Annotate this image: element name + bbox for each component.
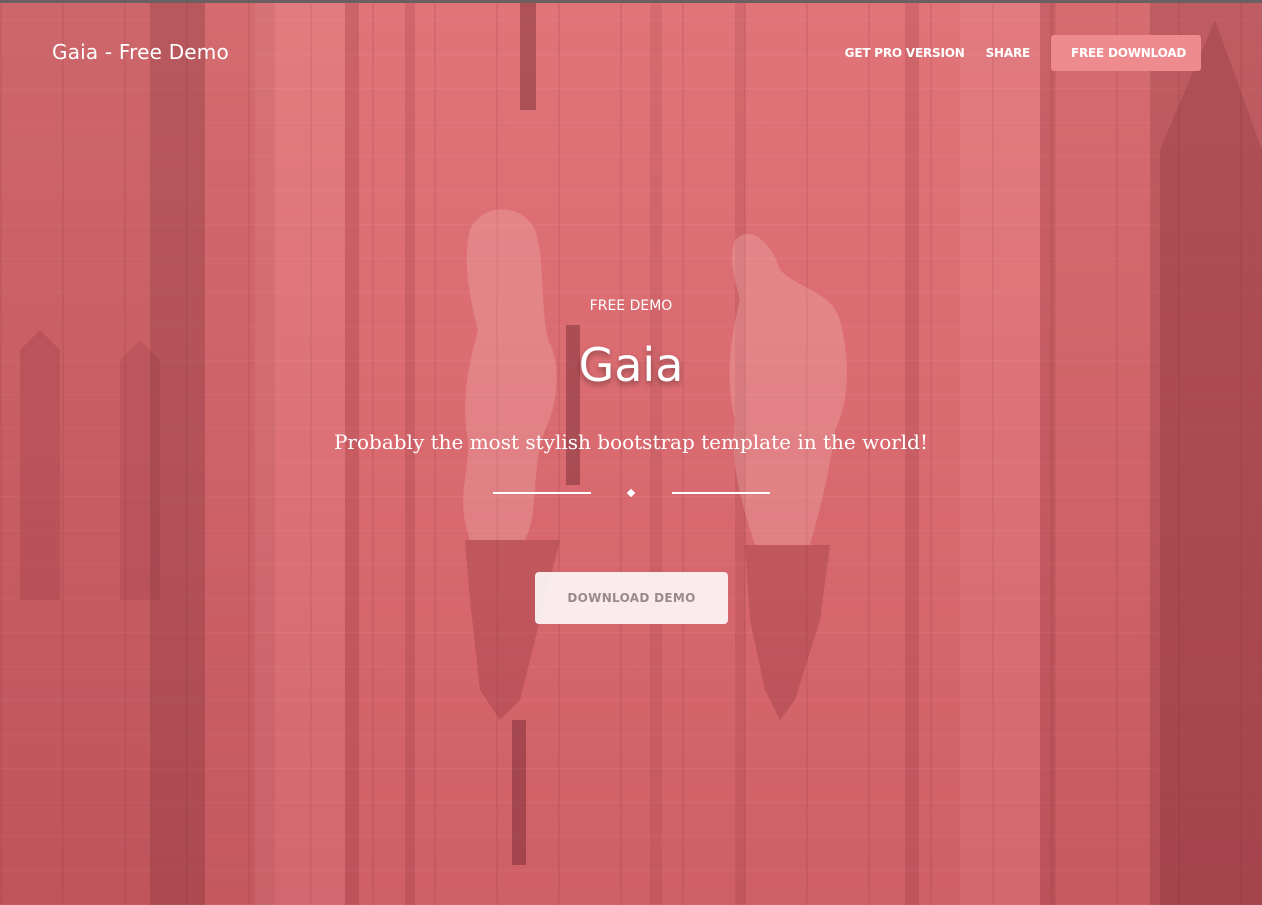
download-demo-button[interactable]: DOWNLOAD DEMO xyxy=(535,572,728,624)
hero-title: Gaia xyxy=(578,338,684,392)
diamond-icon xyxy=(626,488,636,498)
window-top-border xyxy=(0,0,1262,3)
nav-link-get-pro-version[interactable]: GET PRO VERSION xyxy=(845,46,965,60)
hero-eyebrow: FREE DEMO xyxy=(589,298,673,314)
nav-link-share[interactable]: SHARE xyxy=(986,46,1031,60)
separator-line-right xyxy=(672,492,770,494)
free-download-button[interactable]: FREE DOWNLOAD xyxy=(1051,35,1201,71)
top-navigation: GET PRO VERSION SHARE FREE DOWNLOAD xyxy=(845,35,1201,71)
separator-line-left xyxy=(493,492,591,494)
landing-page: Gaia - Free Demo GET PRO VERSION SHARE F… xyxy=(0,0,1262,905)
hero-separator xyxy=(493,486,770,500)
hero-tagline: Probably the most stylish bootstrap temp… xyxy=(333,430,929,454)
brand-logo-link[interactable]: Gaia - Free Demo xyxy=(52,40,229,64)
